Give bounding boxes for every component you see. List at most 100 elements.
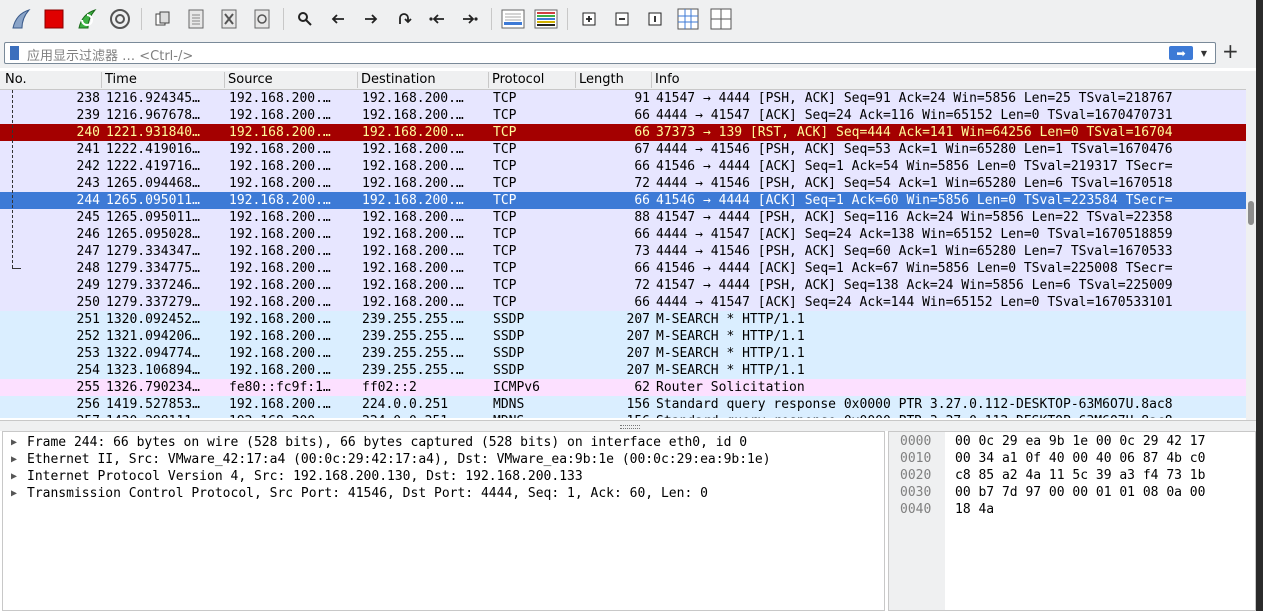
cell-destination: 192.168.200.… bbox=[362, 261, 464, 276]
cell-time: 1320.092452… bbox=[106, 312, 200, 327]
table-row[interactable]: 255 1326.790234… fe80::fc9f:1… ff02::2 ICMPv… bbox=[0, 379, 1246, 396]
table-row[interactable]: 256 1419.527853… 192.168.200.… 224.0.0.251 M… bbox=[0, 396, 1246, 413]
cell-length: 72 bbox=[634, 278, 650, 293]
table-row[interactable]: 246 1265.095028… 192.168.200.… 192.168.200.… bbox=[0, 226, 1246, 243]
column-length[interactable]: Length bbox=[575, 72, 651, 88]
find-packet-icon[interactable] bbox=[293, 7, 317, 31]
detail-text: Transmission Control Protocol, Src Port:… bbox=[27, 486, 708, 501]
open-file-icon[interactable] bbox=[151, 7, 175, 31]
table-row[interactable]: 243 1265.094468… 192.168.200.… 192.168.200.… bbox=[0, 175, 1246, 192]
go-back-icon[interactable] bbox=[326, 7, 350, 31]
column-info[interactable]: Info bbox=[651, 72, 1245, 88]
column-destination[interactable]: Destination bbox=[357, 72, 487, 88]
cell-length: 66 bbox=[634, 261, 650, 276]
chevron-down-icon[interactable]: ▼ bbox=[1198, 46, 1210, 60]
add-filter-button[interactable]: + bbox=[1222, 41, 1239, 62]
cell-protocol: TCP bbox=[493, 159, 517, 174]
detail-tree-item[interactable]: ▶ Internet Protocol Version 4, Src: 192.1… bbox=[3, 468, 884, 485]
column-no[interactable]: No. bbox=[2, 72, 27, 88]
pane-splitter[interactable] bbox=[0, 420, 1256, 431]
cell-length: 207 bbox=[626, 363, 650, 378]
stop-capture-icon[interactable] bbox=[42, 7, 66, 31]
go-to-packet-icon[interactable] bbox=[392, 7, 416, 31]
display-filter-input[interactable]: 应用显示过滤器 … <Ctrl-/> ➡ ▼ bbox=[4, 42, 1216, 64]
detail-tree-item[interactable]: ▶ Frame 244: 66 bytes on wire (528 bits),… bbox=[3, 434, 884, 451]
cell-info: M-SEARCH * HTTP/1.1 bbox=[656, 346, 805, 361]
table-row[interactable]: 254 1323.106894… 192.168.200.… 239.255.255.… bbox=[0, 362, 1246, 379]
cell-source: 192.168.200.… bbox=[229, 227, 331, 242]
cell-info: 4444 → 41546 [PSH, ACK] Seq=54 Ack=1 Win… bbox=[656, 176, 1173, 191]
go-first-packet-icon[interactable] bbox=[425, 7, 449, 31]
splitter-grip-icon bbox=[620, 425, 640, 429]
go-forward-icon[interactable] bbox=[359, 7, 383, 31]
apply-filter-icon[interactable]: ➡ bbox=[1169, 46, 1193, 60]
zoom-out-icon[interactable] bbox=[610, 7, 634, 31]
bytes-hex[interactable]: 00 34 a1 0f 40 00 40 06 87 4b c0 bbox=[955, 450, 1205, 467]
expand-arrow-icon[interactable]: ▶ bbox=[11, 468, 17, 485]
cell-source: 192.168.200.… bbox=[229, 142, 331, 157]
capture-options-icon[interactable] bbox=[108, 7, 132, 31]
cell-length: 66 bbox=[634, 295, 650, 310]
cell-source: 192.168.200.… bbox=[229, 363, 331, 378]
table-row[interactable]: 257 1420.298111… 192.168.200.… 224.0.0.251 M… bbox=[0, 413, 1246, 418]
filter-bookmark-icon[interactable] bbox=[10, 46, 19, 60]
cell-no: 252 bbox=[76, 329, 100, 344]
table-row[interactable]: 238 1216.924345… 192.168.200.… 192.168.200.… bbox=[0, 90, 1246, 107]
table-row[interactable]: 247 1279.334347… 192.168.200.… 192.168.200.… bbox=[0, 243, 1246, 260]
packet-list: 238 1216.924345… 192.168.200.… 192.168.200.… bbox=[0, 90, 1246, 418]
expand-arrow-icon[interactable]: ▶ bbox=[11, 451, 17, 468]
table-row[interactable]: 244 1265.095011… 192.168.200.… 192.168.200.… bbox=[0, 192, 1246, 209]
table-row[interactable]: 240 1221.931840… 192.168.200.… 192.168.200.… bbox=[0, 124, 1246, 141]
detail-tree-item[interactable]: ▶ Ethernet II, Src: VMware_42:17:a4 (00:0… bbox=[3, 451, 884, 468]
reload-file-icon[interactable] bbox=[250, 7, 274, 31]
cell-info: 4444 → 41546 [PSH, ACK] Seq=53 Ack=1 Win… bbox=[656, 142, 1173, 157]
cell-length: 207 bbox=[626, 312, 650, 327]
table-row[interactable]: 245 1265.095011… 192.168.200.… 192.168.200.… bbox=[0, 209, 1246, 226]
autoscroll-icon[interactable] bbox=[501, 7, 525, 31]
cell-info: M-SEARCH * HTTP/1.1 bbox=[656, 329, 805, 344]
detail-tree-item[interactable]: ▶ Transmission Control Protocol, Src Port… bbox=[3, 485, 884, 502]
cell-length: 91 bbox=[634, 91, 650, 106]
bytes-hex[interactable]: 00 0c 29 ea 9b 1e 00 0c 29 42 17 bbox=[955, 433, 1205, 450]
table-row[interactable]: 248 1279.334775… 192.168.200.… 192.168.200.… bbox=[0, 260, 1246, 277]
go-last-packet-icon[interactable] bbox=[458, 7, 482, 31]
save-file-icon[interactable] bbox=[184, 7, 208, 31]
resize-columns-icon[interactable] bbox=[676, 7, 700, 31]
start-capture-icon[interactable] bbox=[9, 7, 33, 31]
bytes-hex[interactable]: c8 85 a2 4a 11 5c 39 a3 f4 73 1b bbox=[955, 467, 1205, 484]
cell-time: 1221.931840… bbox=[106, 125, 200, 140]
expand-arrow-icon[interactable]: ▶ bbox=[11, 485, 17, 502]
column-source[interactable]: Source bbox=[224, 72, 356, 88]
table-row[interactable]: 242 1222.419716… 192.168.200.… 192.168.200.… bbox=[0, 158, 1246, 175]
bytes-hex[interactable]: 18 4a bbox=[955, 501, 994, 518]
related-packets-end-marker bbox=[12, 268, 21, 269]
table-row[interactable]: 251 1320.092452… 192.168.200.… 239.255.255.… bbox=[0, 311, 1246, 328]
close-file-icon[interactable] bbox=[217, 7, 241, 31]
toolbar-separator bbox=[141, 8, 142, 30]
restart-capture-icon[interactable] bbox=[75, 7, 99, 31]
table-row[interactable]: 252 1321.094206… 192.168.200.… 239.255.255.… bbox=[0, 328, 1246, 345]
scrollbar-thumb[interactable] bbox=[1248, 201, 1254, 225]
bytes-hex[interactable]: 00 b7 7d 97 00 00 01 01 08 0a 00 bbox=[955, 484, 1205, 501]
table-row[interactable]: 253 1322.094774… 192.168.200.… 239.255.255.… bbox=[0, 345, 1246, 362]
cell-destination: 192.168.200.… bbox=[362, 142, 464, 157]
table-row[interactable]: 239 1216.967678… 192.168.200.… 192.168.200.… bbox=[0, 107, 1246, 124]
packet-list-scrollbar[interactable] bbox=[1246, 71, 1256, 420]
cell-no: 242 bbox=[76, 159, 100, 174]
cell-no: 249 bbox=[76, 278, 100, 293]
column-preferences-icon[interactable] bbox=[709, 7, 733, 31]
table-row[interactable]: 250 1279.337279… 192.168.200.… 192.168.200.… bbox=[0, 294, 1246, 311]
table-row[interactable]: 249 1279.337246… 192.168.200.… 192.168.200.… bbox=[0, 277, 1246, 294]
cell-protocol: TCP bbox=[493, 91, 517, 106]
cell-length: 66 bbox=[634, 108, 650, 123]
expand-arrow-icon[interactable]: ▶ bbox=[11, 434, 17, 451]
table-row[interactable]: 241 1222.419016… 192.168.200.… 192.168.200.… bbox=[0, 141, 1246, 158]
normal-size-icon[interactable] bbox=[643, 7, 667, 31]
cell-length: 72 bbox=[634, 176, 650, 191]
column-protocol[interactable]: Protocol bbox=[488, 72, 574, 88]
zoom-in-icon[interactable] bbox=[577, 7, 601, 31]
cell-time: 1326.790234… bbox=[106, 380, 200, 395]
colorize-icon[interactable] bbox=[534, 7, 558, 31]
cell-destination: 239.255.255.… bbox=[362, 363, 464, 378]
column-time[interactable]: Time bbox=[101, 72, 225, 88]
